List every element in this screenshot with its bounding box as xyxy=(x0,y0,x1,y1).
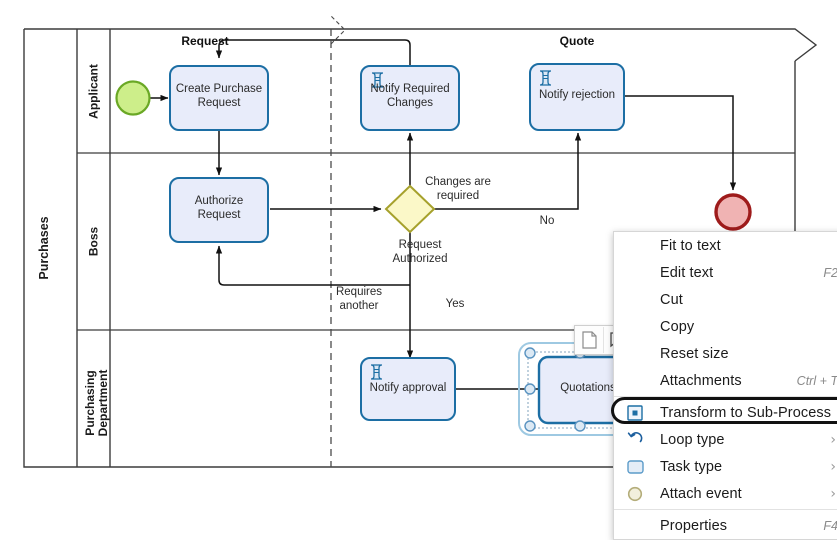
milestone-divider xyxy=(331,16,345,467)
menu-item-label: Cut xyxy=(648,292,837,308)
no-icon xyxy=(622,290,648,310)
milestone-label-request: Request xyxy=(164,35,246,49)
menu-item-shortcut: Ctrl + T xyxy=(797,374,837,388)
menu-item-shortcut: F2 xyxy=(823,266,837,280)
milestone-label-quote: Quote xyxy=(536,35,618,49)
no-icon xyxy=(622,236,648,256)
flow-label-yes: Yes xyxy=(435,298,475,312)
menu-separator xyxy=(614,509,837,510)
task-label-create-purchase-request: Create Purchase Request xyxy=(170,83,268,110)
label-line1: Request xyxy=(399,239,442,251)
loop-icon xyxy=(622,430,648,450)
menu-item-fit-to-text[interactable]: Fit to text xyxy=(614,232,837,259)
menu-item-label: Loop type xyxy=(648,432,830,448)
menu-item-label: Fit to text xyxy=(648,238,837,254)
label-line1: Notify approval xyxy=(370,382,447,394)
menu-item-label: Properties xyxy=(648,518,823,534)
task-label-notify-required-changes: Notify Required Changes xyxy=(361,83,459,110)
menu-item-reset-size[interactable]: Reset size xyxy=(614,340,837,367)
menu-item-label: Attachments xyxy=(648,373,797,389)
label-line1: Quotations xyxy=(560,382,616,394)
menu-item-label: Edit text xyxy=(648,265,823,281)
label-line2: Request xyxy=(198,97,241,109)
submenu-arrow-icon: › xyxy=(830,432,837,448)
task-icon xyxy=(622,457,648,477)
label-line1: Authorize xyxy=(195,195,244,207)
flow-label-changes-are-required: Changes are required xyxy=(412,176,504,203)
node-end-event[interactable] xyxy=(716,195,750,229)
lane-title-line2: Department xyxy=(96,370,110,437)
lane-title-applicant: Applicant xyxy=(88,42,101,142)
label-line2: required xyxy=(437,190,479,202)
submenu-arrow-icon: › xyxy=(830,486,837,502)
label-line2: Request xyxy=(198,209,241,221)
menu-item-copy[interactable]: Copy xyxy=(614,313,837,340)
menu-item-task-type[interactable]: Task type › xyxy=(614,453,837,480)
flow-rejection-to-end xyxy=(624,96,733,190)
handle-bottom-center xyxy=(575,421,585,431)
no-icon xyxy=(622,344,648,364)
label-line2: Changes xyxy=(387,97,433,109)
menu-item-label: Task type xyxy=(648,459,830,475)
task-label-authorize-request: Authorize Request xyxy=(170,195,268,222)
lane-title-line1: Purchasing xyxy=(83,370,97,435)
gateway-label-request-authorized: Request Authorized xyxy=(370,239,470,266)
lane-title-purchasing-department: Purchasing Department xyxy=(84,343,110,463)
label-line1: Requires xyxy=(336,286,382,298)
menu-separator xyxy=(614,396,837,397)
label-line1: Create Purchase xyxy=(176,83,262,95)
handle-mid-left xyxy=(525,384,535,394)
context-menu[interactable]: Fit to text Edit text F2 Cut Copy Reset … xyxy=(613,231,837,540)
task-label-notify-rejection: Notify rejection xyxy=(530,89,624,103)
pool-title: Purchases xyxy=(37,188,51,308)
sub-process-icon xyxy=(622,403,648,423)
submenu-arrow-icon: › xyxy=(830,459,837,475)
flow-changes-to-create xyxy=(219,40,410,65)
menu-item-label: Attach event xyxy=(648,486,830,502)
label-line1: Notify Required xyxy=(370,83,449,95)
documentation-button[interactable] xyxy=(575,327,604,353)
menu-item-label: Reset size xyxy=(648,346,837,362)
event-icon xyxy=(622,484,648,504)
menu-item-label: Transform to Sub-Process xyxy=(648,405,837,421)
menu-item-attachments[interactable]: Attachments Ctrl + T xyxy=(614,367,837,394)
no-icon xyxy=(622,317,648,337)
menu-item-label: Copy xyxy=(648,319,837,335)
lane-title-boss: Boss xyxy=(88,202,101,282)
label-line2: another xyxy=(339,300,378,312)
no-icon xyxy=(622,263,648,283)
flow-label-no: No xyxy=(527,215,567,229)
page-icon xyxy=(582,331,597,349)
menu-item-edit-text[interactable]: Edit text F2 xyxy=(614,259,837,286)
label-line1: Notify rejection xyxy=(539,89,615,101)
menu-item-loop-type[interactable]: Loop type › xyxy=(614,426,837,453)
menu-item-properties[interactable]: Properties F4 xyxy=(614,512,837,539)
menu-item-cut[interactable]: Cut xyxy=(614,286,837,313)
label-line2: Authorized xyxy=(393,253,448,265)
handle-bottom-left xyxy=(525,421,535,431)
no-icon xyxy=(622,371,648,391)
diagram-canvas[interactable]: Purchases Applicant Boss Purchasing Depa… xyxy=(0,0,837,533)
label-line1: Changes are xyxy=(425,176,491,188)
menu-item-transform-to-sub-process[interactable]: Transform to Sub-Process xyxy=(614,399,837,426)
node-start-event[interactable] xyxy=(117,82,150,115)
flow-label-requires-another: Requires another xyxy=(331,286,387,313)
menu-item-shortcut: F4 xyxy=(823,519,837,533)
task-label-notify-approval: Notify approval xyxy=(361,382,455,396)
handle-top-left xyxy=(525,348,535,358)
menu-item-attach-event[interactable]: Attach event › xyxy=(614,480,837,507)
